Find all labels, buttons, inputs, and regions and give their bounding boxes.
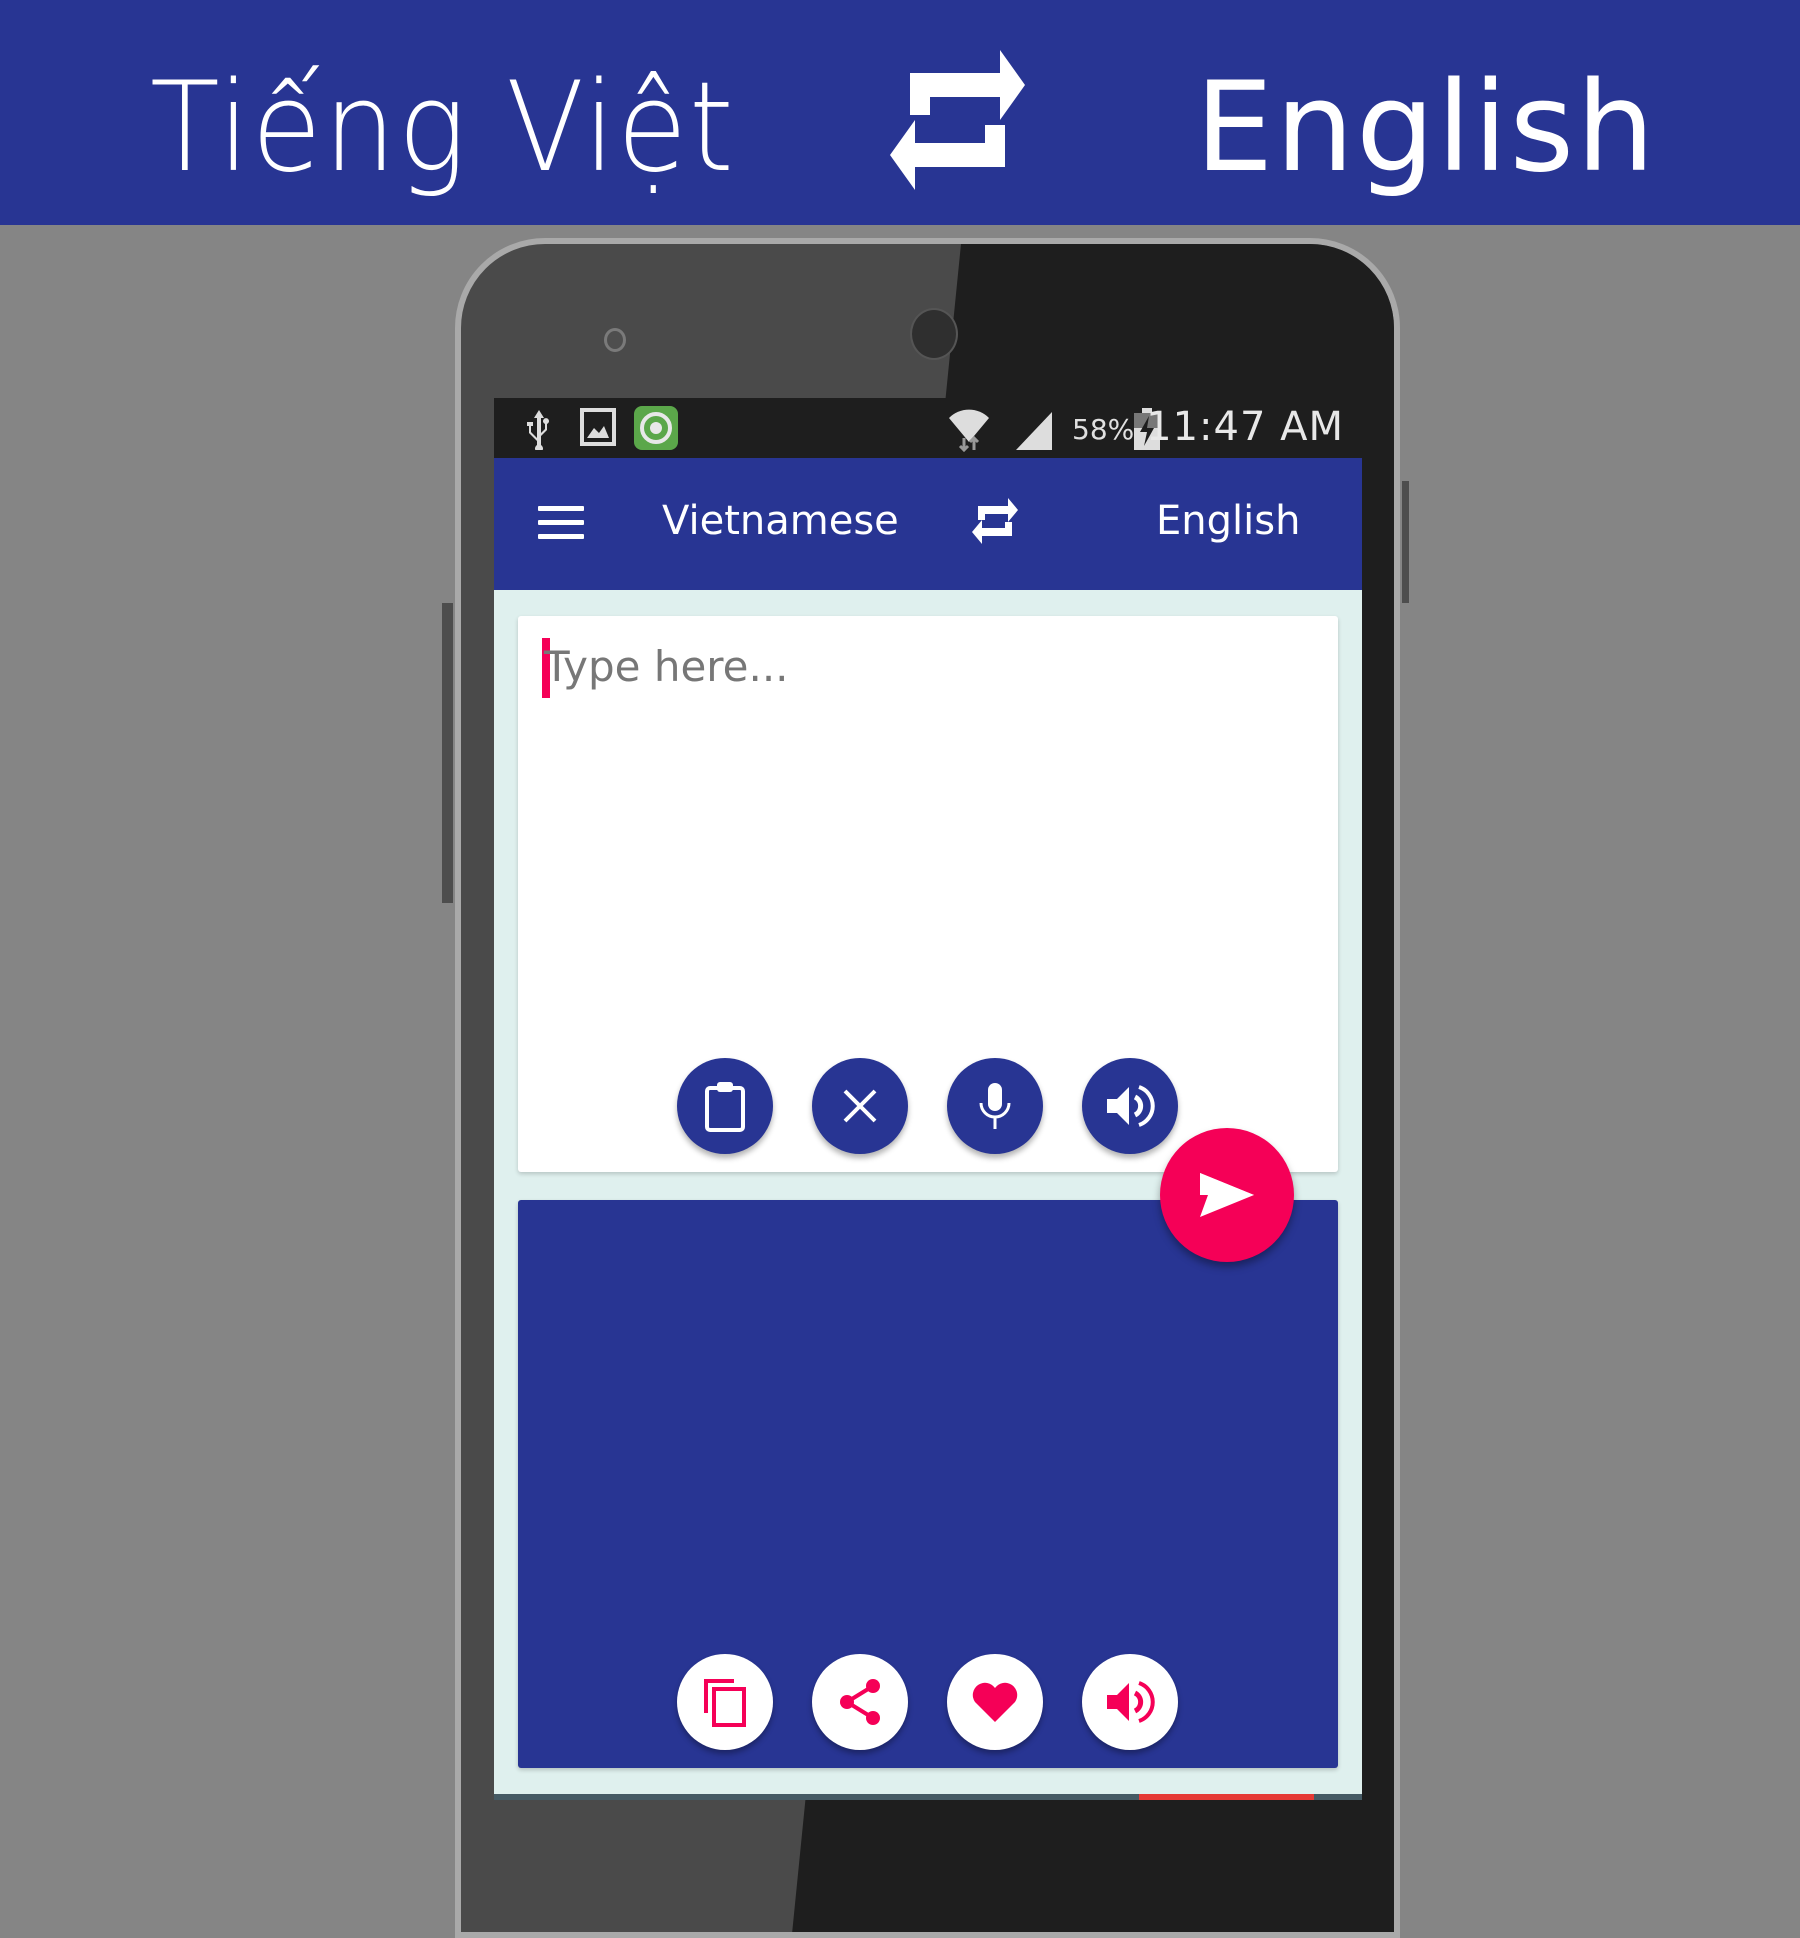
target-language-selector[interactable]: English <box>1156 498 1300 544</box>
status-bar: 58% 11:47 AM <box>494 398 1362 458</box>
clear-button[interactable] <box>812 1058 908 1154</box>
phone-sensor <box>604 328 626 352</box>
status-clock: 11:47 AM <box>1146 404 1344 450</box>
heart-icon <box>972 1682 1018 1722</box>
source-text-input[interactable]: Type here... <box>544 642 789 691</box>
usb-icon <box>527 410 549 450</box>
speak-output-button[interactable] <box>1082 1654 1178 1750</box>
paste-button[interactable] <box>677 1058 773 1154</box>
phone-earpiece <box>910 308 958 360</box>
speak-input-button[interactable] <box>1082 1058 1178 1154</box>
favorite-button[interactable] <box>947 1654 1043 1750</box>
copy-button[interactable] <box>677 1654 773 1750</box>
share-icon <box>840 1679 880 1725</box>
output-card <box>518 1200 1338 1768</box>
signal-icon <box>1016 412 1052 450</box>
microphone-icon <box>979 1083 1011 1129</box>
wifi-icon <box>949 409 989 452</box>
app-screen: 58% 11:47 AM Vietnamese English Type her… <box>494 398 1362 1800</box>
voice-input-button[interactable] <box>947 1058 1043 1154</box>
clipboard-icon <box>705 1082 745 1132</box>
hamburger-menu-icon[interactable] <box>538 506 584 542</box>
banner-source-language: Tiếng Việt <box>150 56 736 200</box>
battery-percentage: 58% <box>1072 413 1135 446</box>
banner-target-language: English <box>1195 56 1657 200</box>
image-icon <box>580 408 616 446</box>
app-notification-icon <box>634 406 678 450</box>
copy-icon <box>704 1679 746 1727</box>
phone-power-button <box>1402 481 1409 603</box>
share-button[interactable] <box>812 1654 908 1750</box>
swap-arrows-icon <box>890 50 1025 190</box>
bottom-ad-strip <box>494 1794 1362 1800</box>
send-icon <box>1200 1173 1254 1217</box>
phone-volume-button <box>442 603 453 903</box>
input-card <box>518 616 1338 1172</box>
app-toolbar: Vietnamese English <box>494 458 1362 590</box>
swap-languages-button[interactable] <box>972 496 1018 546</box>
close-icon <box>843 1089 877 1123</box>
speaker-icon <box>1107 1085 1155 1127</box>
source-language-selector[interactable]: Vietnamese <box>662 498 899 544</box>
promo-banner: Tiếng Việt English <box>0 0 1800 225</box>
speaker-icon <box>1107 1681 1155 1723</box>
translate-button[interactable] <box>1160 1128 1294 1262</box>
